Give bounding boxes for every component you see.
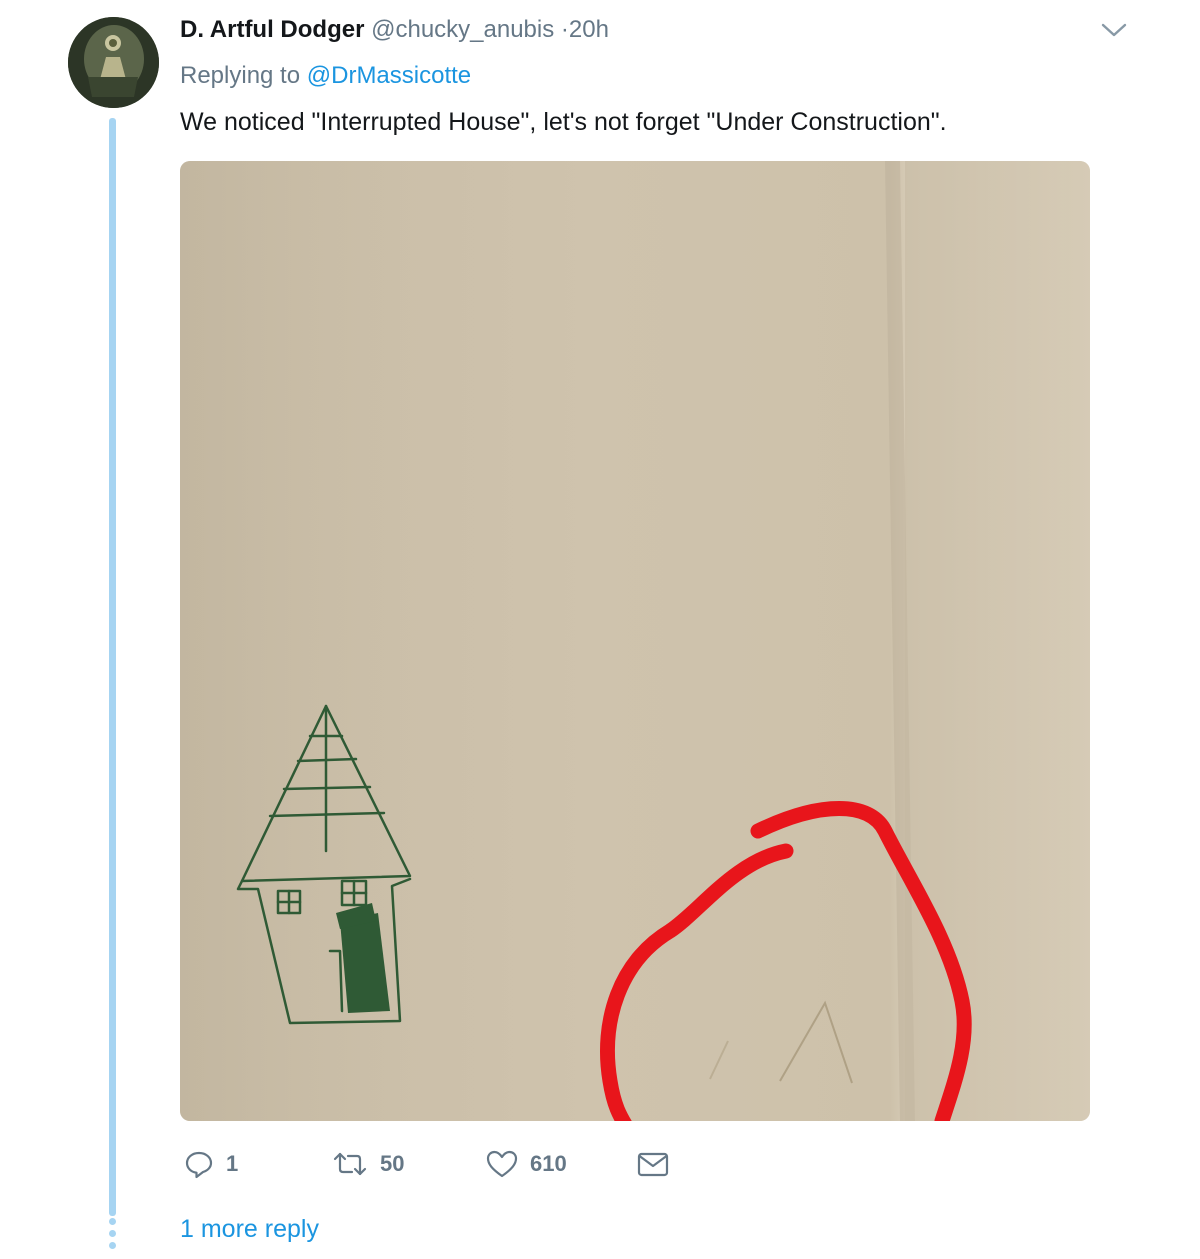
reply-button[interactable]: 1: [184, 1146, 238, 1182]
replying-to-link[interactable]: @DrMassicotte: [307, 62, 471, 89]
replying-prefix: Replying to: [180, 62, 301, 89]
like-count: 610: [530, 1151, 567, 1176]
tweet-header: D. Artful Dodger @chucky_anubis ·20h: [180, 14, 609, 46]
mail-icon: [637, 1152, 669, 1177]
photo-drawing: [180, 161, 1090, 1121]
retweet-count: 50: [380, 1151, 405, 1176]
author-name[interactable]: D. Artful Dodger: [180, 16, 364, 43]
timestamp[interactable]: 20h: [569, 16, 609, 43]
author-handle[interactable]: @chucky_anubis: [371, 16, 554, 43]
direct-message-button[interactable]: [636, 1146, 670, 1182]
replying-to: Replying to @DrMassicotte: [180, 60, 471, 92]
tweet-photo[interactable]: [180, 161, 1090, 1121]
heart-icon: [486, 1150, 518, 1178]
thread-dots: [108, 1218, 117, 1254]
avatar[interactable]: [68, 17, 159, 108]
like-button[interactable]: 610: [486, 1146, 567, 1182]
chevron-down-icon: [1101, 23, 1127, 37]
more-options-button[interactable]: [1100, 20, 1128, 40]
separator-dot: ·: [560, 16, 569, 43]
more-replies-link[interactable]: 1 more reply: [180, 1212, 319, 1246]
retweet-icon: [333, 1152, 367, 1176]
retweet-button[interactable]: 50: [332, 1146, 404, 1182]
tweet-text: We noticed "Interrupted House", let's no…: [180, 108, 947, 136]
avatar-image: [68, 17, 159, 108]
reply-icon: [185, 1151, 213, 1179]
thread-line: [109, 118, 116, 1216]
reply-count: 1: [226, 1151, 239, 1176]
